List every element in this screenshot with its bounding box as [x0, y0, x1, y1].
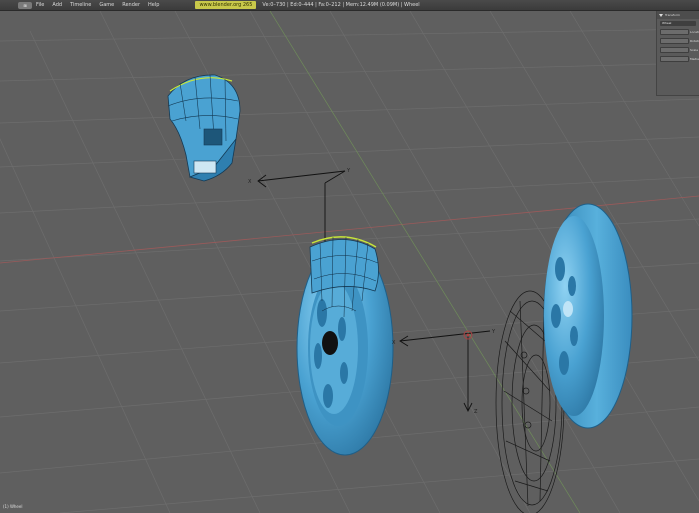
blender-url-badge: www.blender.org 265: [195, 1, 257, 9]
editor-type-icon[interactable]: ⊞: [18, 1, 32, 9]
tire-segment-mesh[interactable]: [167, 74, 241, 182]
right-tire-mesh[interactable]: [543, 203, 633, 429]
object-axes-top: [257, 170, 346, 243]
axis-x-label-top: X: [248, 179, 252, 185]
rotation-field[interactable]: [660, 38, 689, 44]
menu-timeline[interactable]: Timeline: [70, 0, 91, 10]
menu-game[interactable]: Game: [99, 0, 114, 10]
scale-field[interactable]: [660, 47, 689, 53]
median-row[interactable]: Median: [660, 56, 699, 62]
axis-y-label-gizmo: Y: [491, 329, 496, 335]
menu-file[interactable]: File: [36, 0, 44, 10]
rotation-label: Rotation: [690, 39, 699, 43]
panel-title: Transform: [665, 13, 680, 17]
median-label: Median: [690, 57, 699, 61]
scale-label: Scale: [690, 48, 699, 52]
3d-viewport[interactable]: X Y X Y Z: [0, 11, 699, 513]
transform-gizmo[interactable]: [399, 330, 491, 413]
median-field[interactable]: [660, 56, 689, 62]
scene-stats: Ve:0–730 | Ed:0–444 | Fa:0–212 | Mem:12.…: [262, 2, 420, 8]
scale-row[interactable]: Scale: [660, 47, 699, 53]
object-name-field[interactable]: Wheel: [660, 21, 696, 26]
location-label: Location: [690, 30, 699, 34]
axis-y-label-top: Y: [346, 168, 351, 174]
axis-z-label-gizmo: Z: [474, 409, 478, 415]
menu-add[interactable]: Add: [52, 0, 62, 10]
axis-x-label-gizmo: X: [392, 340, 396, 346]
location-field[interactable]: [660, 29, 689, 35]
info-header: ⊞ File Add Timeline Game Render Help www…: [0, 0, 699, 11]
menu-render[interactable]: Render: [122, 0, 140, 10]
main-wheel-mesh[interactable]: [296, 236, 394, 456]
menu-help[interactable]: Help: [148, 0, 159, 10]
rotation-row[interactable]: Rotation: [660, 38, 699, 44]
location-row[interactable]: Location: [660, 29, 699, 35]
viewport-object-label: (1) Wheel: [3, 504, 23, 509]
properties-n-panel[interactable]: Transform Wheel Location Rotation Scale …: [656, 11, 699, 96]
collapse-triangle-icon[interactable]: [659, 13, 663, 17]
panel-header[interactable]: Transform: [657, 11, 699, 19]
